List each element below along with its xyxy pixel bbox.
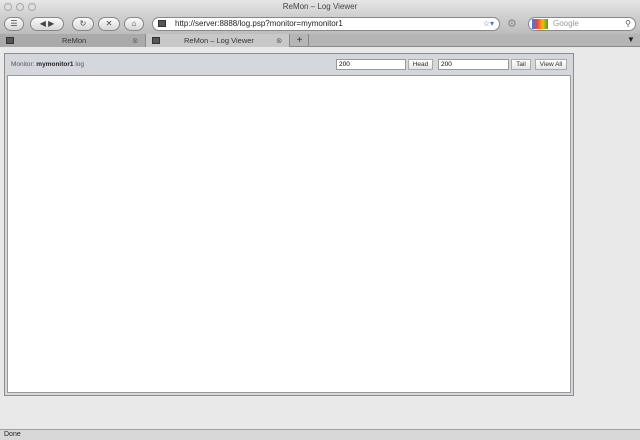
title-bar: ReMon – Log Viewer <box>0 0 640 14</box>
view-all-button[interactable]: View All <box>535 59 567 70</box>
google-logo-icon <box>532 19 548 29</box>
stop-icon[interactable]: ✕ <box>98 17 120 31</box>
status-text: Done <box>4 431 21 438</box>
tab-menu-icon[interactable]: ▼ <box>627 35 635 44</box>
back-forward-button[interactable]: ◀ ▶ <box>30 17 64 31</box>
bookmarks-icon[interactable]: ☰ <box>4 17 24 31</box>
head-lines-input[interactable] <box>336 59 406 70</box>
browser-toolbar: ☰ ◀ ▶ ↻ ✕ ⌂ http://server:8888/log.psp?m… <box>0 14 640 34</box>
log-viewer-panel: Monitor: mymonitor1 log Head Tail View A… <box>4 53 574 396</box>
tab-favicon <box>152 37 160 44</box>
zoom-window-button[interactable] <box>28 3 36 11</box>
log-suffix: log <box>75 61 84 68</box>
monitor-name: mymonitor1 <box>36 61 74 68</box>
close-tab-icon[interactable]: ⊗ <box>132 34 138 47</box>
close-tab-icon[interactable]: ⊗ <box>276 34 282 47</box>
search-placeholder: Google <box>553 19 579 28</box>
address-bar[interactable]: http://server:8888/log.psp?monitor=mymon… <box>152 17 500 31</box>
gear-icon[interactable]: ⚙ <box>507 17 517 30</box>
reload-icon[interactable]: ↻ <box>72 17 94 31</box>
tail-lines-input[interactable] <box>438 59 509 70</box>
search-icon: ⚲ <box>625 19 631 28</box>
site-favicon <box>158 20 166 27</box>
tab-log-viewer[interactable]: ReMon – Log Viewer ⊗ <box>146 34 290 47</box>
search-input[interactable]: Google ⚲ <box>528 17 636 31</box>
tail-button[interactable]: Tail <box>511 59 531 70</box>
status-bar: Done <box>0 429 640 440</box>
tab-favicon <box>6 37 14 44</box>
tab-remon[interactable]: ReMon ⊗ <box>0 34 146 47</box>
new-tab-button[interactable]: + <box>291 34 309 47</box>
bookmark-star-icon[interactable]: ☆▾ <box>483 18 494 30</box>
monitor-label: Monitor: <box>11 61 35 68</box>
window-title: ReMon – Log Viewer <box>282 2 358 11</box>
close-window-button[interactable] <box>4 3 12 11</box>
tab-label: ReMon – Log Viewer <box>184 36 254 45</box>
home-icon[interactable]: ⌂ <box>124 17 144 31</box>
head-button[interactable]: Head <box>408 59 433 70</box>
log-output-area[interactable] <box>7 75 571 393</box>
monitor-heading: Monitor: mymonitor1 log <box>11 61 84 68</box>
url-text: http://server:8888/log.psp?monitor=mymon… <box>175 19 343 28</box>
tab-label: ReMon <box>62 36 87 45</box>
minimize-window-button[interactable] <box>16 3 24 11</box>
tab-bar: ReMon ⊗ ReMon – Log Viewer ⊗ + ▼ <box>0 34 640 47</box>
